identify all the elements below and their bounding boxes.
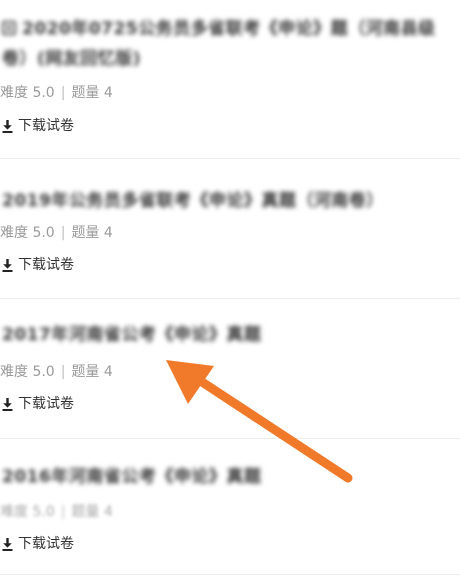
question-count-label: 题量 4 <box>71 225 113 241</box>
exam-paper-list: 2020年0725公务员多省联考《申论》题（河南县级卷）(网友回忆版) 难度 5… <box>0 0 460 576</box>
difficulty-label: 难度 5.0 <box>0 225 55 241</box>
paper-card[interactable]: 2016年河南省公考《申论》真题 难度 5.0 | 题量 4 下载试卷 <box>0 438 460 576</box>
paper-title[interactable]: 2017年河南省公考《申论》真题 <box>2 320 442 350</box>
paper-card[interactable]: 2019年公务员多省联考《申论》真题（河南卷） 难度 5.0 | 题量 4 下载试卷 <box>0 158 460 298</box>
paper-badge-icon <box>2 21 16 35</box>
difficulty-label: 难度 5.0 <box>0 504 55 520</box>
meta-separator: | <box>60 364 66 380</box>
download-icon <box>2 537 13 551</box>
download-paper-button[interactable]: 下载试卷 <box>2 116 74 136</box>
download-icon <box>2 119 13 133</box>
download-paper-button[interactable]: 下载试卷 <box>2 394 74 414</box>
download-icon <box>2 397 13 411</box>
download-label: 下载试卷 <box>18 118 74 134</box>
paper-title-text: 2020年0725公务员多省联考《申论》题（河南县级卷）(网友回忆版) <box>2 19 436 69</box>
paper-meta: 难度 5.0 | 题量 4 <box>0 362 113 382</box>
download-paper-button[interactable]: 下载试卷 <box>2 255 74 275</box>
download-label: 下载试卷 <box>18 257 74 273</box>
meta-separator: | <box>60 85 66 101</box>
paper-card[interactable]: 2017年河南省公考《申论》真题 难度 5.0 | 题量 4 下载试卷 <box>0 298 460 438</box>
question-count-label: 题量 4 <box>71 364 113 380</box>
meta-separator: | <box>60 504 66 520</box>
paper-meta: 难度 5.0 | 题量 4 <box>0 502 113 522</box>
difficulty-label: 难度 5.0 <box>0 364 55 380</box>
paper-title[interactable]: 2016年河南省公考《申论》真题 <box>2 462 442 492</box>
question-count-label: 题量 4 <box>71 85 113 101</box>
download-label: 下载试卷 <box>18 396 74 412</box>
download-paper-button[interactable]: 下载试卷 <box>2 534 74 554</box>
meta-separator: | <box>60 225 66 241</box>
question-count-label: 题量 4 <box>71 504 113 520</box>
paper-meta: 难度 5.0 | 题量 4 <box>0 83 113 103</box>
paper-card[interactable]: 2020年0725公务员多省联考《申论》题（河南县级卷）(网友回忆版) 难度 5… <box>0 0 460 158</box>
download-icon <box>2 258 13 272</box>
paper-meta: 难度 5.0 | 题量 4 <box>0 223 113 243</box>
paper-title[interactable]: 2019年公务员多省联考《申论》真题（河南卷） <box>2 186 442 216</box>
download-label: 下载试卷 <box>18 536 74 552</box>
difficulty-label: 难度 5.0 <box>0 85 55 101</box>
paper-title[interactable]: 2020年0725公务员多省联考《申论》题（河南县级卷）(网友回忆版) <box>2 14 442 74</box>
card-divider <box>0 574 460 575</box>
